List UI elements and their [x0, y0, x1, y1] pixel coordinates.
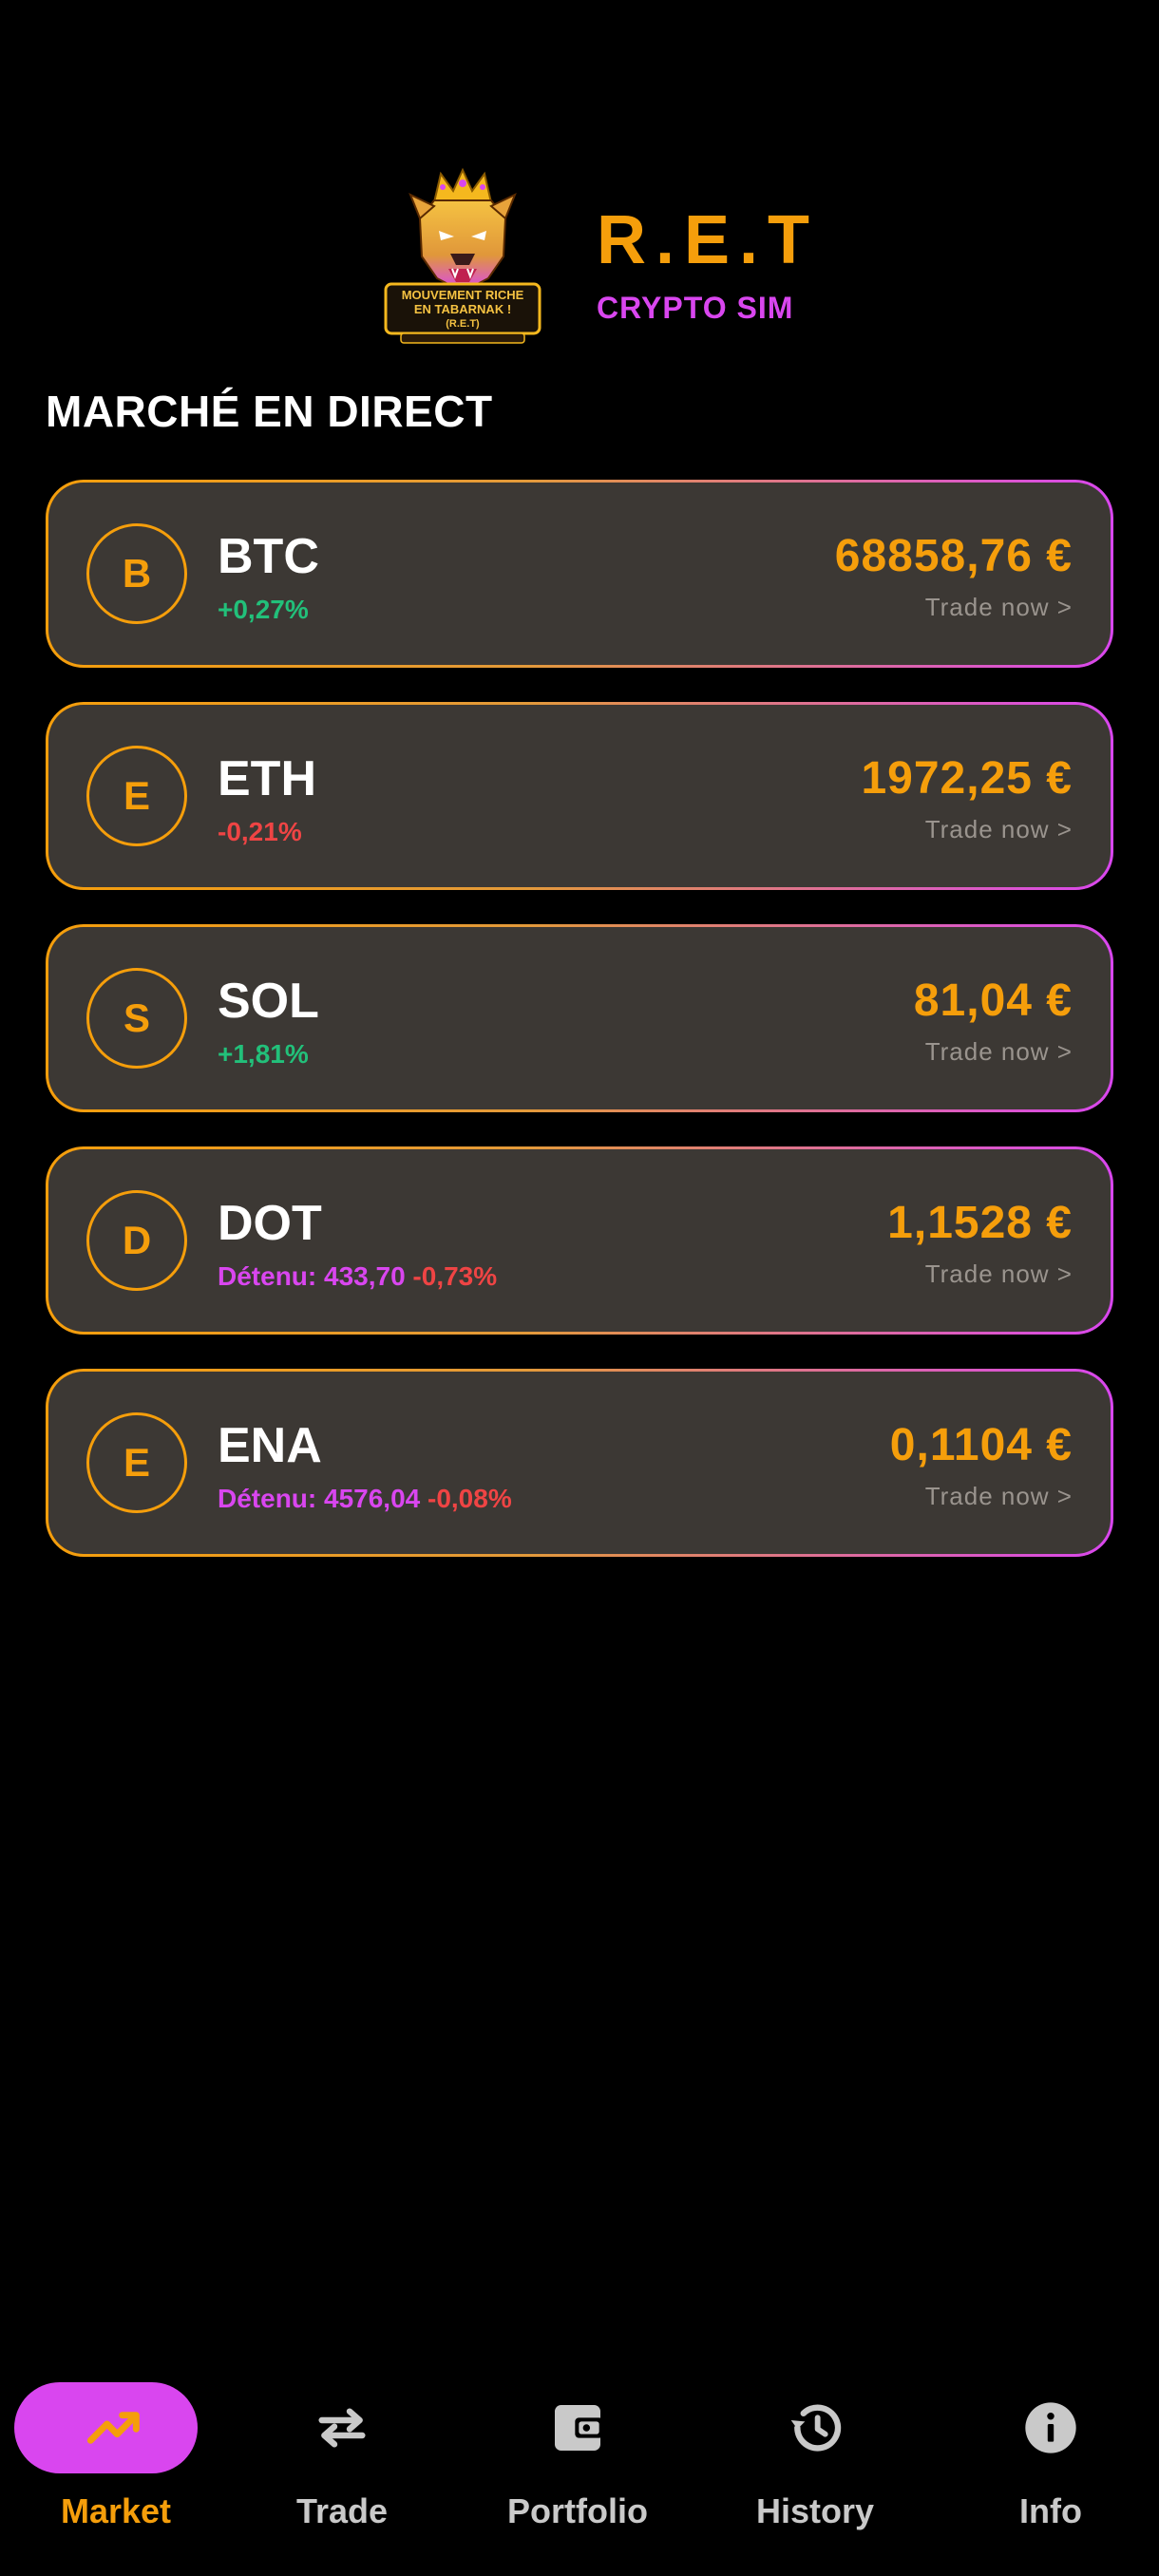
coin-price: 81,04 €	[913, 975, 1073, 1026]
coin-symbol: ENA	[218, 1418, 322, 1473]
nav-label-portfolio: Portfolio	[507, 2491, 648, 2530]
trade-now-link[interactable]: Trade now >	[925, 595, 1073, 619]
coin-price: 1972,25 €	[861, 753, 1073, 804]
coin-subline: Détenu: 4576,04 -0,08%	[218, 1486, 512, 1512]
coin-subline: -0,21%	[218, 819, 302, 845]
nav-item-info[interactable]: Info	[935, 2365, 1159, 2555]
coin-price: 1,1528 €	[887, 1198, 1073, 1248]
nav-label-info: Info	[1019, 2491, 1082, 2530]
coin-subline: Détenu: 433,70 -0,73%	[218, 1263, 497, 1290]
nav-label-market: Market	[60, 2491, 172, 2530]
coin-change: -0,21%	[218, 817, 302, 846]
coin-list: B BTC +0,27% 68858,76 € Trade now > E ET…	[46, 480, 1113, 1591]
coin-change: +1,81%	[218, 1039, 309, 1069]
coin-symbol: ETH	[218, 751, 316, 806]
coin-card-ena[interactable]: E ENA Détenu: 4576,04 -0,08% 0,1104 € Tr…	[46, 1369, 1113, 1557]
coin-symbol: BTC	[218, 529, 319, 584]
wolf-king-logo-icon: MOUVEMENT RICHE EN TABARNAK ! (R.E.T)	[384, 167, 542, 344]
wallet-icon	[555, 2405, 603, 2451]
trade-now-link[interactable]: Trade now >	[925, 1484, 1073, 1508]
coin-change: -0,08%	[428, 1484, 512, 1513]
logo-text-line3: (R.E.T)	[446, 318, 480, 330]
history-icon	[790, 2404, 842, 2452]
coin-avatar: S	[86, 968, 187, 1069]
logo-text-line1: MOUVEMENT RICHE	[402, 288, 524, 302]
coin-symbol: DOT	[218, 1196, 322, 1251]
swap-arrows-icon	[318, 2408, 366, 2448]
coin-change: -0,73%	[412, 1261, 498, 1291]
coin-avatar: E	[86, 1412, 187, 1513]
coin-card-dot[interactable]: D DOT Détenu: 433,70 -0,73% 1,1528 € Tra…	[46, 1146, 1113, 1335]
trade-now-link[interactable]: Trade now >	[925, 817, 1073, 842]
coin-subline: +0,27%	[218, 597, 309, 623]
coin-held-amount: Détenu: 4576,04	[218, 1484, 421, 1513]
coin-card-btc[interactable]: B BTC +0,27% 68858,76 € Trade now >	[46, 480, 1113, 668]
info-icon	[1025, 2402, 1076, 2453]
coin-price: 68858,76 €	[834, 531, 1073, 581]
brand-title: R.E.T	[597, 202, 820, 278]
app-header: MOUVEMENT RICHE EN TABARNAK ! (R.E.T) R.…	[0, 166, 1159, 356]
nav-item-history[interactable]: History	[699, 2365, 931, 2555]
coin-avatar: E	[86, 746, 187, 846]
trending-up-icon	[86, 2412, 140, 2444]
coin-card-eth[interactable]: E ETH -0,21% 1972,25 € Trade now >	[46, 702, 1113, 890]
coin-price: 0,1104 €	[889, 1420, 1073, 1470]
coin-avatar: B	[86, 523, 187, 624]
coin-subline: +1,81%	[218, 1041, 309, 1068]
trade-now-link[interactable]: Trade now >	[925, 1261, 1073, 1286]
nav-label-history: History	[755, 2491, 875, 2530]
nav-item-portfolio[interactable]: Portfolio	[462, 2365, 694, 2555]
coin-symbol: SOL	[218, 974, 319, 1029]
coin-card-sol[interactable]: S SOL +1,81% 81,04 € Trade now >	[46, 924, 1113, 1112]
coin-avatar: D	[86, 1190, 187, 1291]
brand-subtitle: CRYPTO SIM	[597, 291, 794, 325]
nav-item-trade[interactable]: Trade	[226, 2365, 458, 2555]
logo-text-line2: EN TABARNAK !	[414, 302, 511, 316]
nav-item-market[interactable]: Market	[0, 2365, 232, 2555]
nav-label-trade: Trade	[295, 2491, 389, 2530]
coin-held-amount: Détenu: 433,70	[218, 1261, 406, 1291]
trade-now-link[interactable]: Trade now >	[925, 1039, 1073, 1064]
coin-change: +0,27%	[218, 595, 309, 624]
bottom-nav-bar: Market Trade Portfolio History Info	[0, 2365, 1159, 2576]
section-title: MARCHÉ EN DIRECT	[46, 387, 493, 436]
